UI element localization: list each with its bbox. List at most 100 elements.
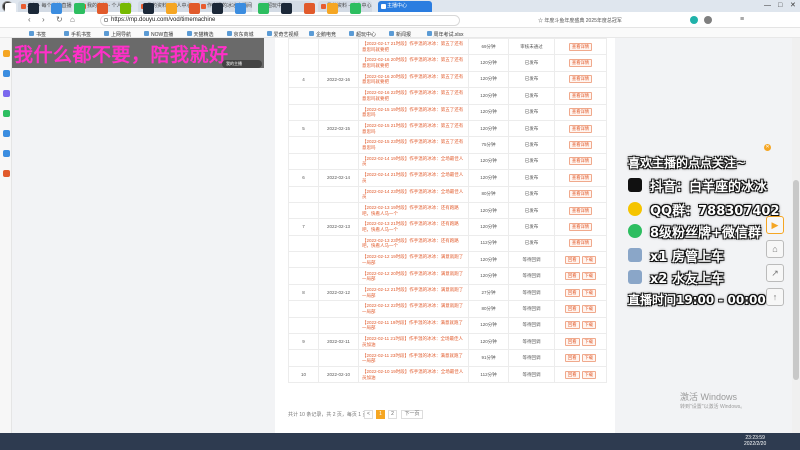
bookmark-item[interactable]: 书签 <box>28 31 46 38</box>
bookmark-item[interactable]: 企鹅电竞 <box>308 31 336 38</box>
row-title-text[interactable]: 【2022-02-17 21时段】作手温的冰冰：第五了还有意思吗就要把 <box>362 41 467 52</box>
rail-mail-icon[interactable] <box>3 150 10 157</box>
row-title[interactable]: 【2022-02-11 23时段】作手温的冰冰：满意就跑了一局部 <box>358 349 469 367</box>
row-title-text[interactable]: 【2022-02-11 21时段】作手温的冰冰：全场最佳人员加油 <box>362 336 467 347</box>
row-title[interactable]: 【2022-02-13 19时段】作手温的冰冰：还有跑路吧，快看人马一个 <box>358 201 469 220</box>
side-top-button[interactable]: ↑ <box>766 288 784 306</box>
row-title-text[interactable]: 【2022-02-15 23时段】作手温的冰冰：第五了还有意思吗 <box>362 139 467 150</box>
extension-icon[interactable] <box>690 16 698 24</box>
search-icon[interactable] <box>51 3 62 14</box>
pagination-next-button[interactable]: 下一页 <box>401 410 423 419</box>
rail-note-icon[interactable] <box>3 130 10 137</box>
row-action-button[interactable]: 查看详情 <box>568 124 593 133</box>
row-title-text[interactable]: 【2022-02-11 19时段】作手温的冰冰：满意就跑了一局部 <box>362 320 467 331</box>
side-share-button[interactable]: ↗ <box>766 264 784 282</box>
game-icon[interactable] <box>97 3 108 14</box>
browser-tab[interactable]: 主播中心 <box>378 1 432 12</box>
row-title[interactable]: 【2022-02-14 19时段】作手温的冰冰：全场最佳人员 <box>358 152 469 171</box>
row-title-text[interactable]: 【2022-02-15 21时段】作手温的冰冰：第五了还有意思吗 <box>362 123 467 134</box>
menu-icon[interactable]: ≡ <box>740 16 744 23</box>
row-action-button[interactable]: 下载 <box>581 354 597 363</box>
row-action-button[interactable]: 查看详情 <box>568 59 593 68</box>
pagination-page-1[interactable]: 1 <box>376 410 385 419</box>
row-title[interactable]: 【2022-02-16 20时段】作手温的冰冰：第五了还有意思吗就要把 <box>358 70 469 89</box>
row-action-button[interactable]: 下载 <box>581 321 597 330</box>
row-action-button[interactable]: 下载 <box>581 337 597 346</box>
row-action-button[interactable]: 查看详情 <box>568 222 593 231</box>
row-title-text[interactable]: 【2022-02-12 22时段】作手温的冰冰：满意就跑了一局部 <box>362 303 467 314</box>
row-title-text[interactable]: 【2022-02-14 21时段】作手温的冰冰：全场最佳人员 <box>362 172 467 183</box>
game-icon[interactable] <box>189 3 200 14</box>
home-icon[interactable]: ⌂ <box>70 15 75 25</box>
row-action-button[interactable]: 查看详情 <box>568 141 593 150</box>
row-title[interactable]: 【2022-02-15 23时段】作手温的冰冰：第五了还有意思吗 <box>358 136 469 154</box>
row-title[interactable]: 【2022-02-14 23时段】作手温的冰冰：全场最佳人员 <box>358 185 469 203</box>
side-home-button[interactable]: ⌂ <box>766 240 784 258</box>
rail-game-icon[interactable] <box>3 170 10 177</box>
app-icon[interactable] <box>350 3 361 14</box>
app-icon[interactable] <box>327 3 338 14</box>
system-clock[interactable]: 23:23:59 2022/2/20 <box>744 435 766 447</box>
bookmark-item[interactable]: 新闻报 <box>388 31 411 38</box>
row-action-button[interactable]: 回看 <box>564 337 580 346</box>
bookmark-item[interactable]: 超玩中心 <box>348 31 376 38</box>
browser-icon[interactable] <box>235 3 246 14</box>
row-action-button[interactable]: 查看详情 <box>568 42 593 51</box>
bookmark-item[interactable]: 周年考试.xlsx <box>426 31 464 38</box>
folder-icon[interactable] <box>166 3 177 14</box>
row-action-button[interactable]: 下载 <box>581 255 597 264</box>
row-title[interactable]: 【2022-02-17 21时段】作手温的冰冰：第五了还有意思吗就要把 <box>358 37 469 56</box>
row-action-button[interactable]: 查看详情 <box>568 239 593 248</box>
row-action-button[interactable]: 回看 <box>564 304 580 313</box>
row-title[interactable]: 【2022-02-16 22时段】作手温的冰冰：第五了还有意思吗就要把 <box>358 87 469 105</box>
row-action-button[interactable]: 回看 <box>564 370 580 379</box>
row-title[interactable]: 【2022-02-14 21时段】作手温的冰冰：全场最佳人员 <box>358 169 469 187</box>
row-title[interactable]: 【2022-02-16 20时段】作手温的冰冰：第五了还有意思吗就要把 <box>358 54 469 72</box>
row-title[interactable]: 【2022-02-11 21时段】作手温的冰冰：全场最佳人员加油 <box>358 333 469 351</box>
bookmark-item[interactable]: NOW直播 <box>143 31 173 38</box>
row-title-text[interactable]: 【2022-02-16 20时段】作手温的冰冰：第五了还有意思吗就要把 <box>362 57 467 68</box>
browser-tab[interactable]: 斗鱼 - 每个人的直播平台 <box>18 1 72 12</box>
row-title-text[interactable]: 【2022-02-15 19时段】作手温的冰冰：第五了还有意思吗 <box>362 107 467 118</box>
bookmark-item[interactable]: 爱奇艺视频 <box>266 31 299 38</box>
row-action-button[interactable]: 查看详情 <box>568 206 593 215</box>
row-action-button[interactable]: 下载 <box>581 288 597 297</box>
close-icon[interactable]: ✕ <box>790 1 796 11</box>
row-action-button[interactable]: 查看详情 <box>568 190 593 199</box>
row-title-text[interactable]: 【2022-02-16 22时段】作手温的冰冰：第五了还有意思吗就要把 <box>362 90 467 101</box>
bookmark-item[interactable]: 上网导航 <box>103 31 131 38</box>
row-action-button[interactable]: 查看详情 <box>568 157 593 166</box>
row-title-text[interactable]: 【2022-02-12 21时段】作手温的冰冰：满意就跑了一局部 <box>362 287 467 298</box>
steam-icon[interactable] <box>28 3 39 14</box>
nvidia-icon[interactable] <box>120 3 131 14</box>
pagination-prev-button[interactable]: < <box>364 410 373 419</box>
row-title[interactable]: 【2022-02-12 19时段】作手温的冰冰：满意就跑了一局部 <box>358 251 469 269</box>
side-play-button[interactable]: ▶ <box>766 216 784 234</box>
refresh-icon[interactable]: ↻ <box>56 15 63 25</box>
row-title-text[interactable]: 【2022-02-12 20时段】作手温的冰冰：满意就跑了一局部 <box>362 271 467 282</box>
row-action-button[interactable]: 回看 <box>564 288 580 297</box>
row-title-text[interactable]: 【2022-02-11 23时段】作手温的冰冰：满意就跑了一局部 <box>362 353 467 364</box>
rail-history-icon[interactable] <box>3 90 10 97</box>
nav-right-info[interactable]: ☆ 年度斗鱼年度盛典 2025年度总冠军 <box>538 17 622 24</box>
rail-wechat-icon[interactable] <box>3 110 10 117</box>
address-bar[interactable]: https://mp.douyu.com/vod/timemachine <box>100 15 460 26</box>
app-icon[interactable] <box>143 3 154 14</box>
row-title-text[interactable]: 【2022-02-14 19时段】作手温的冰冰：全场最佳人员 <box>362 156 467 167</box>
minimize-icon[interactable]: — <box>764 1 771 11</box>
row-title[interactable]: 【2022-02-13 23时段】作手温的冰冰：还有跑路吧，快看人马一个 <box>358 234 469 253</box>
row-title[interactable]: 【2022-02-11 19时段】作手温的冰冰：满意就跑了一局部 <box>358 316 469 335</box>
row-title[interactable]: 【2022-02-15 19时段】作手温的冰冰：第五了还有意思吗 <box>358 103 469 121</box>
row-action-button[interactable]: 回看 <box>564 272 580 281</box>
row-title[interactable]: 【2022-02-12 22时段】作手温的冰冰：满意就跑了一局部 <box>358 300 469 318</box>
row-action-button[interactable]: 查看详情 <box>568 173 593 182</box>
app-icon[interactable] <box>258 3 269 14</box>
row-action-button[interactable]: 下载 <box>581 304 597 313</box>
row-action-button[interactable]: 查看详情 <box>568 91 593 100</box>
row-title[interactable]: 【2022-02-12 21时段】作手温的冰冰：满意就跑了一局部 <box>358 283 469 302</box>
windows-start-icon[interactable] <box>5 3 16 14</box>
steam-icon[interactable] <box>212 3 223 14</box>
row-title-text[interactable]: 【2022-02-10 19时段】作手温的冰冰：全场最佳人员加油 <box>362 369 467 380</box>
game-icon[interactable] <box>304 3 315 14</box>
row-title-text[interactable]: 【2022-02-14 23时段】作手温的冰冰：全场最佳人员 <box>362 189 467 200</box>
